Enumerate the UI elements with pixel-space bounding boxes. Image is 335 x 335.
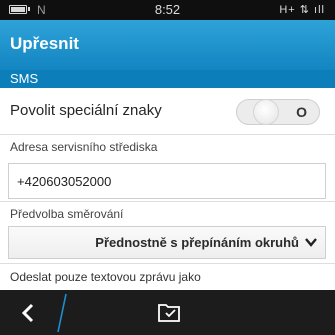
section-header: SMS (0, 70, 335, 88)
routing-label: Předvolba směrování (10, 207, 124, 221)
special-chars-row: Povolit speciální znaky O (0, 90, 335, 134)
service-center-label: Adresa servisního střediska (10, 140, 158, 154)
special-chars-toggle[interactable]: O (236, 99, 320, 125)
divider (0, 263, 335, 264)
section-title: SMS (10, 71, 39, 86)
toggle-state-label: O (296, 104, 307, 120)
special-chars-label: Povolit speciální znaky (10, 102, 162, 119)
divider (0, 134, 335, 135)
chevron-down-icon (305, 238, 317, 247)
divider (0, 201, 335, 202)
page-title: Upřesnit (10, 34, 79, 53)
settings-screen: N 8:52 H+ ⇅ ıll Upřesnit SMS Povolit spe… (0, 0, 335, 335)
signal-icon: H+ ⇅ ıll (279, 4, 325, 16)
routing-dropdown[interactable]: Přednostně s přepínáním okruhů (8, 226, 326, 259)
divider-slash-icon (57, 293, 67, 333)
send-as-label[interactable]: Odeslat pouze textovou zprávu jako (10, 270, 201, 284)
folder-check-icon (158, 304, 180, 322)
routing-selected-value: Přednostně s přepínáním okruhů (95, 235, 299, 250)
back-chevron-icon (21, 303, 34, 323)
status-bar: N 8:52 H+ ⇅ ıll (0, 0, 335, 20)
save-button[interactable] (144, 290, 194, 335)
action-bar (0, 290, 335, 335)
service-center-input[interactable] (8, 163, 326, 199)
back-button[interactable] (0, 290, 62, 335)
title-bar: Upřesnit (0, 20, 335, 70)
toggle-knob[interactable] (253, 99, 279, 125)
